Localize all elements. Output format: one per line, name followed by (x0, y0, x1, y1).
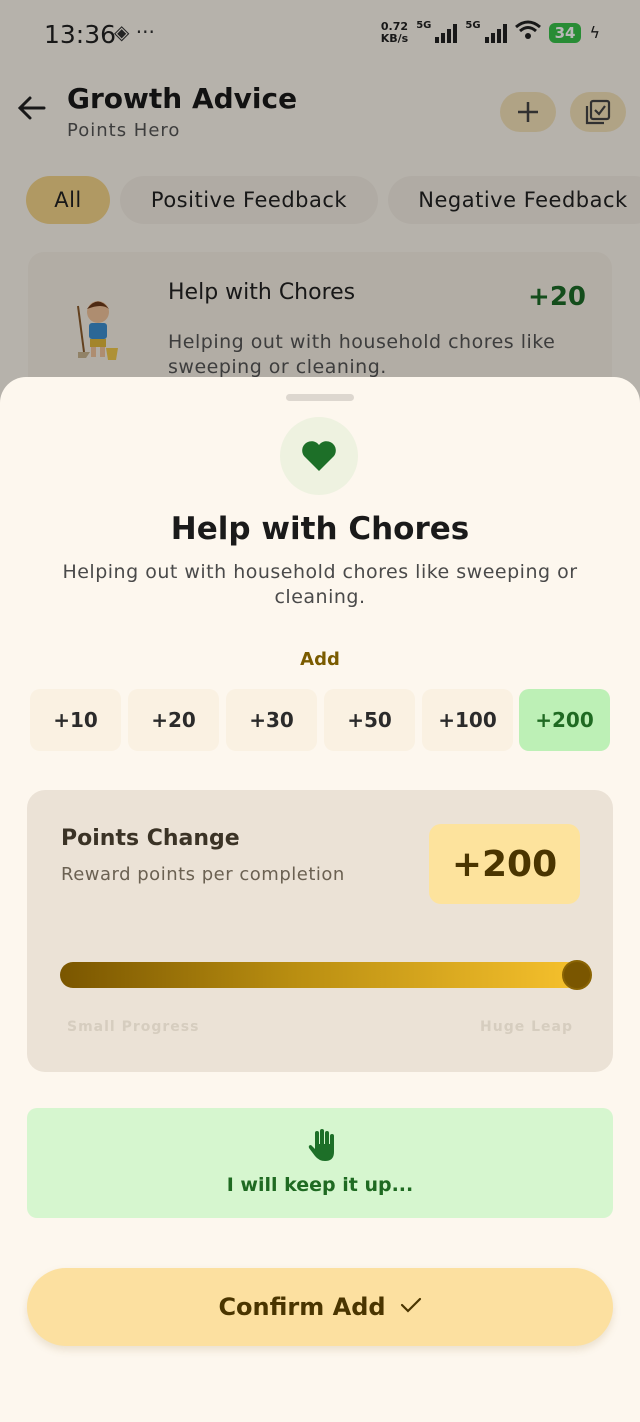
drag-handle[interactable] (286, 394, 354, 401)
sheet-title: Help with Chores (170, 511, 470, 547)
amount-options: +10 +20 +30 +50 +100 +200 (30, 689, 610, 753)
points-slider-thumb[interactable] (562, 960, 592, 990)
heart-badge (280, 417, 358, 495)
raised-hand-icon (308, 1129, 334, 1161)
confirm-add-label: Confirm Add (218, 1293, 386, 1321)
amount-option[interactable]: +100 (422, 689, 513, 751)
points-slider-track[interactable] (60, 962, 580, 988)
add-label: Add (300, 649, 340, 670)
amount-option[interactable]: +20 (128, 689, 219, 751)
bottom-sheet: Help with Chores Helping out with househ… (0, 377, 640, 1422)
amount-option[interactable]: +10 (30, 689, 121, 751)
points-change-card: Points Change Reward points per completi… (27, 790, 613, 1072)
heart-icon (302, 441, 336, 471)
points-change-subtitle: Reward points per completion (61, 864, 345, 885)
slider-max-label: Huge Leap (480, 1019, 573, 1035)
amount-option-selected[interactable]: +200 (519, 689, 610, 751)
slider-min-label: Small Progress (67, 1019, 200, 1035)
amount-option[interactable]: +30 (226, 689, 317, 751)
check-icon (400, 1295, 422, 1320)
amount-option[interactable]: +50 (324, 689, 415, 751)
points-change-title: Points Change (61, 826, 240, 851)
commitment-text: I will keep it up... (226, 1174, 414, 1196)
sheet-description: Helping out with household chores like s… (62, 561, 578, 608)
points-value: +200 (429, 824, 580, 904)
confirm-add-button[interactable]: Confirm Add (27, 1268, 613, 1346)
commitment-card[interactable]: I will keep it up... (27, 1108, 613, 1218)
